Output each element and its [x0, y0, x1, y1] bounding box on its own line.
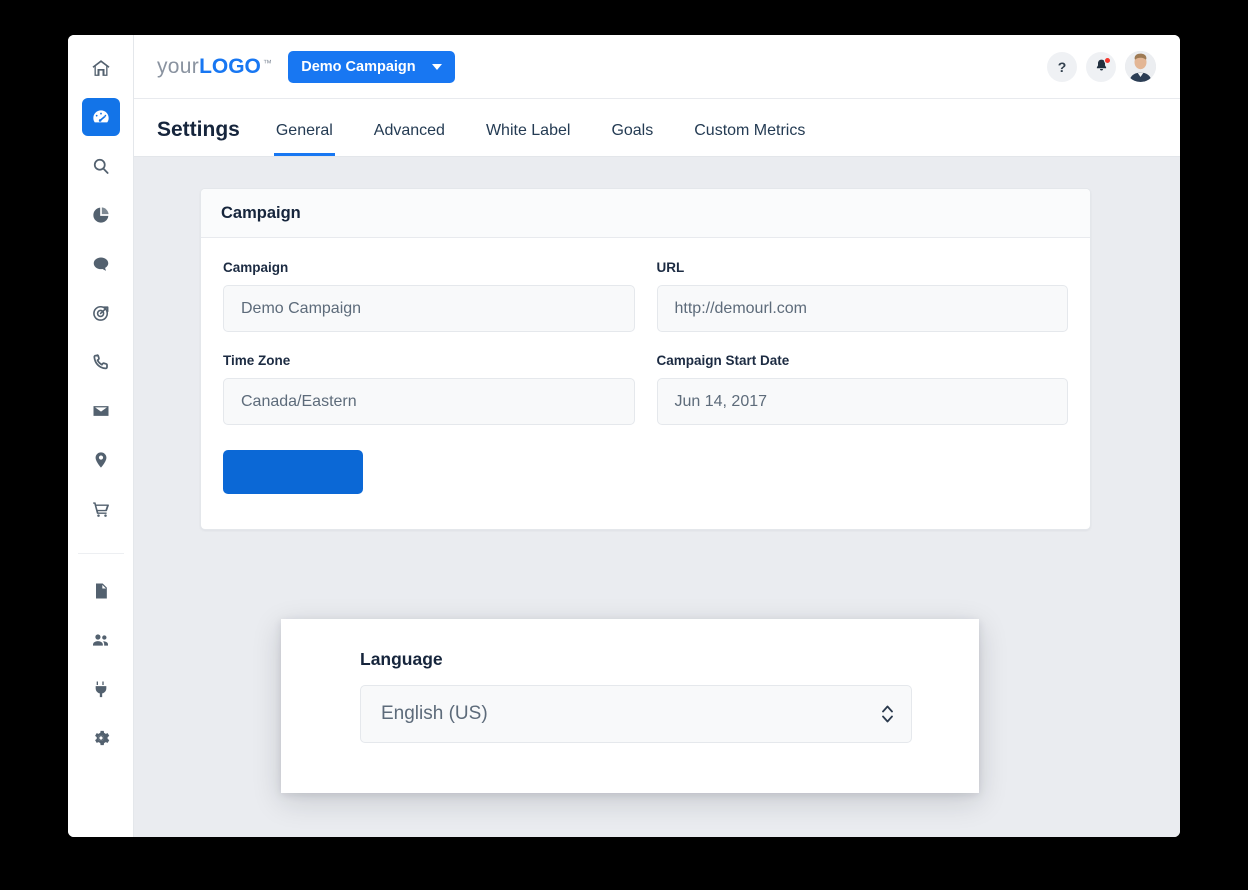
- settings-form: Campaign Demo Campaign URL http://demour…: [223, 260, 1068, 446]
- language-select[interactable]: English (US): [360, 685, 912, 743]
- notification-badge-dot: [1104, 56, 1111, 64]
- field-time-zone: Time Zone Canada/Eastern: [223, 353, 635, 425]
- language-overlay-panel: Language English (US): [281, 619, 979, 793]
- language-select-value: English (US): [381, 703, 488, 724]
- phone-icon: [91, 352, 111, 372]
- logo-bold: LOGO: [199, 54, 261, 78]
- field-url: URL http://demourl.com: [656, 260, 1068, 332]
- gear-icon: [91, 728, 111, 748]
- pie-chart-icon: [91, 205, 111, 225]
- top-bar-actions: ?: [1047, 51, 1156, 82]
- field-campaign: Campaign Demo Campaign: [223, 260, 635, 332]
- document-icon: [91, 581, 111, 601]
- logo-prefix: your: [157, 54, 200, 78]
- sidebar-item-chat[interactable]: [82, 245, 120, 283]
- sidebar-item-home[interactable]: [82, 49, 120, 87]
- app-logo[interactable]: your LOGO ™: [157, 55, 272, 79]
- settings-tab-bar: Settings General Advanced White Label Go…: [134, 99, 1180, 157]
- campaign-selector-button[interactable]: Demo Campaign: [288, 50, 455, 83]
- target-arrow-icon: [91, 303, 111, 323]
- campaign-settings-card: Campaign Campaign Demo Campaign URL http…: [200, 188, 1091, 530]
- sidebar-item-reports[interactable]: [82, 196, 120, 234]
- main-column: your LOGO ™ Demo Campaign ? Settings Gen…: [134, 35, 1180, 837]
- help-button[interactable]: ?: [1047, 51, 1077, 82]
- field-time-zone-label: Time Zone: [223, 353, 291, 368]
- map-pin-icon: [91, 450, 111, 470]
- field-campaign-start-date-label: Campaign Start Date: [656, 353, 790, 368]
- question-mark-icon: ?: [1057, 58, 1067, 75]
- sidebar-item-users[interactable]: [82, 621, 120, 659]
- plug-icon: [91, 679, 111, 699]
- sidebar-item-email[interactable]: [82, 392, 120, 430]
- top-bar: your LOGO ™ Demo Campaign ?: [134, 35, 1180, 99]
- chevron-up-down-icon: [881, 703, 894, 725]
- tab-white-label[interactable]: White Label: [484, 122, 573, 156]
- sidebar-item-search[interactable]: [82, 147, 120, 185]
- sidebar-divider: [77, 553, 124, 554]
- tab-goals[interactable]: Goals: [609, 122, 655, 156]
- url-input[interactable]: http://demourl.com: [656, 285, 1068, 332]
- card-title: Campaign: [221, 203, 301, 222]
- campaign-selector-label: Demo Campaign: [301, 58, 416, 75]
- speedometer-icon: [91, 107, 111, 127]
- sidebar-item-targeting[interactable]: [82, 294, 120, 332]
- tab-general[interactable]: General: [273, 122, 335, 156]
- avatar[interactable]: [1125, 51, 1156, 82]
- sidebar-item-ecommerce[interactable]: [82, 490, 120, 528]
- save-button[interactable]: [223, 450, 363, 494]
- field-url-label: URL: [656, 260, 685, 275]
- sidebar: [68, 35, 134, 837]
- tab-custom-metrics[interactable]: Custom Metrics: [692, 122, 807, 156]
- field-campaign-label: Campaign: [223, 260, 289, 275]
- sidebar-item-settings[interactable]: [82, 719, 120, 757]
- card-header: Campaign: [201, 189, 1090, 238]
- campaign-input[interactable]: Demo Campaign: [223, 285, 635, 332]
- envelope-icon: [91, 401, 111, 421]
- chat-bubble-icon: [91, 254, 111, 274]
- home-icon: [91, 58, 111, 78]
- sidebar-item-dashboard[interactable]: [81, 98, 120, 136]
- campaign-start-date-input[interactable]: Jun 14, 2017: [656, 378, 1068, 425]
- card-body: Campaign Demo Campaign URL http://demour…: [201, 238, 1090, 529]
- chevron-down-icon: [431, 63, 442, 70]
- time-zone-input[interactable]: Canada/Eastern: [223, 378, 635, 425]
- sidebar-item-integrations[interactable]: [82, 670, 120, 708]
- shopping-cart-icon: [91, 499, 111, 519]
- search-icon: [91, 156, 111, 176]
- sidebar-item-calls[interactable]: [82, 343, 120, 381]
- notifications-button[interactable]: [1086, 51, 1116, 82]
- content-area: Campaign Campaign Demo Campaign URL http…: [134, 157, 1180, 837]
- sidebar-item-documents[interactable]: [82, 572, 120, 610]
- app-window: your LOGO ™ Demo Campaign ? Settings Gen…: [68, 35, 1180, 837]
- trademark-icon: ™: [262, 57, 273, 68]
- page-title: Settings: [157, 118, 240, 141]
- tab-advanced[interactable]: Advanced: [372, 122, 447, 156]
- sidebar-item-locations[interactable]: [82, 441, 120, 479]
- language-label: Language: [360, 649, 443, 669]
- users-icon: [91, 630, 111, 650]
- field-campaign-start-date: Campaign Start Date Jun 14, 2017: [656, 353, 1068, 425]
